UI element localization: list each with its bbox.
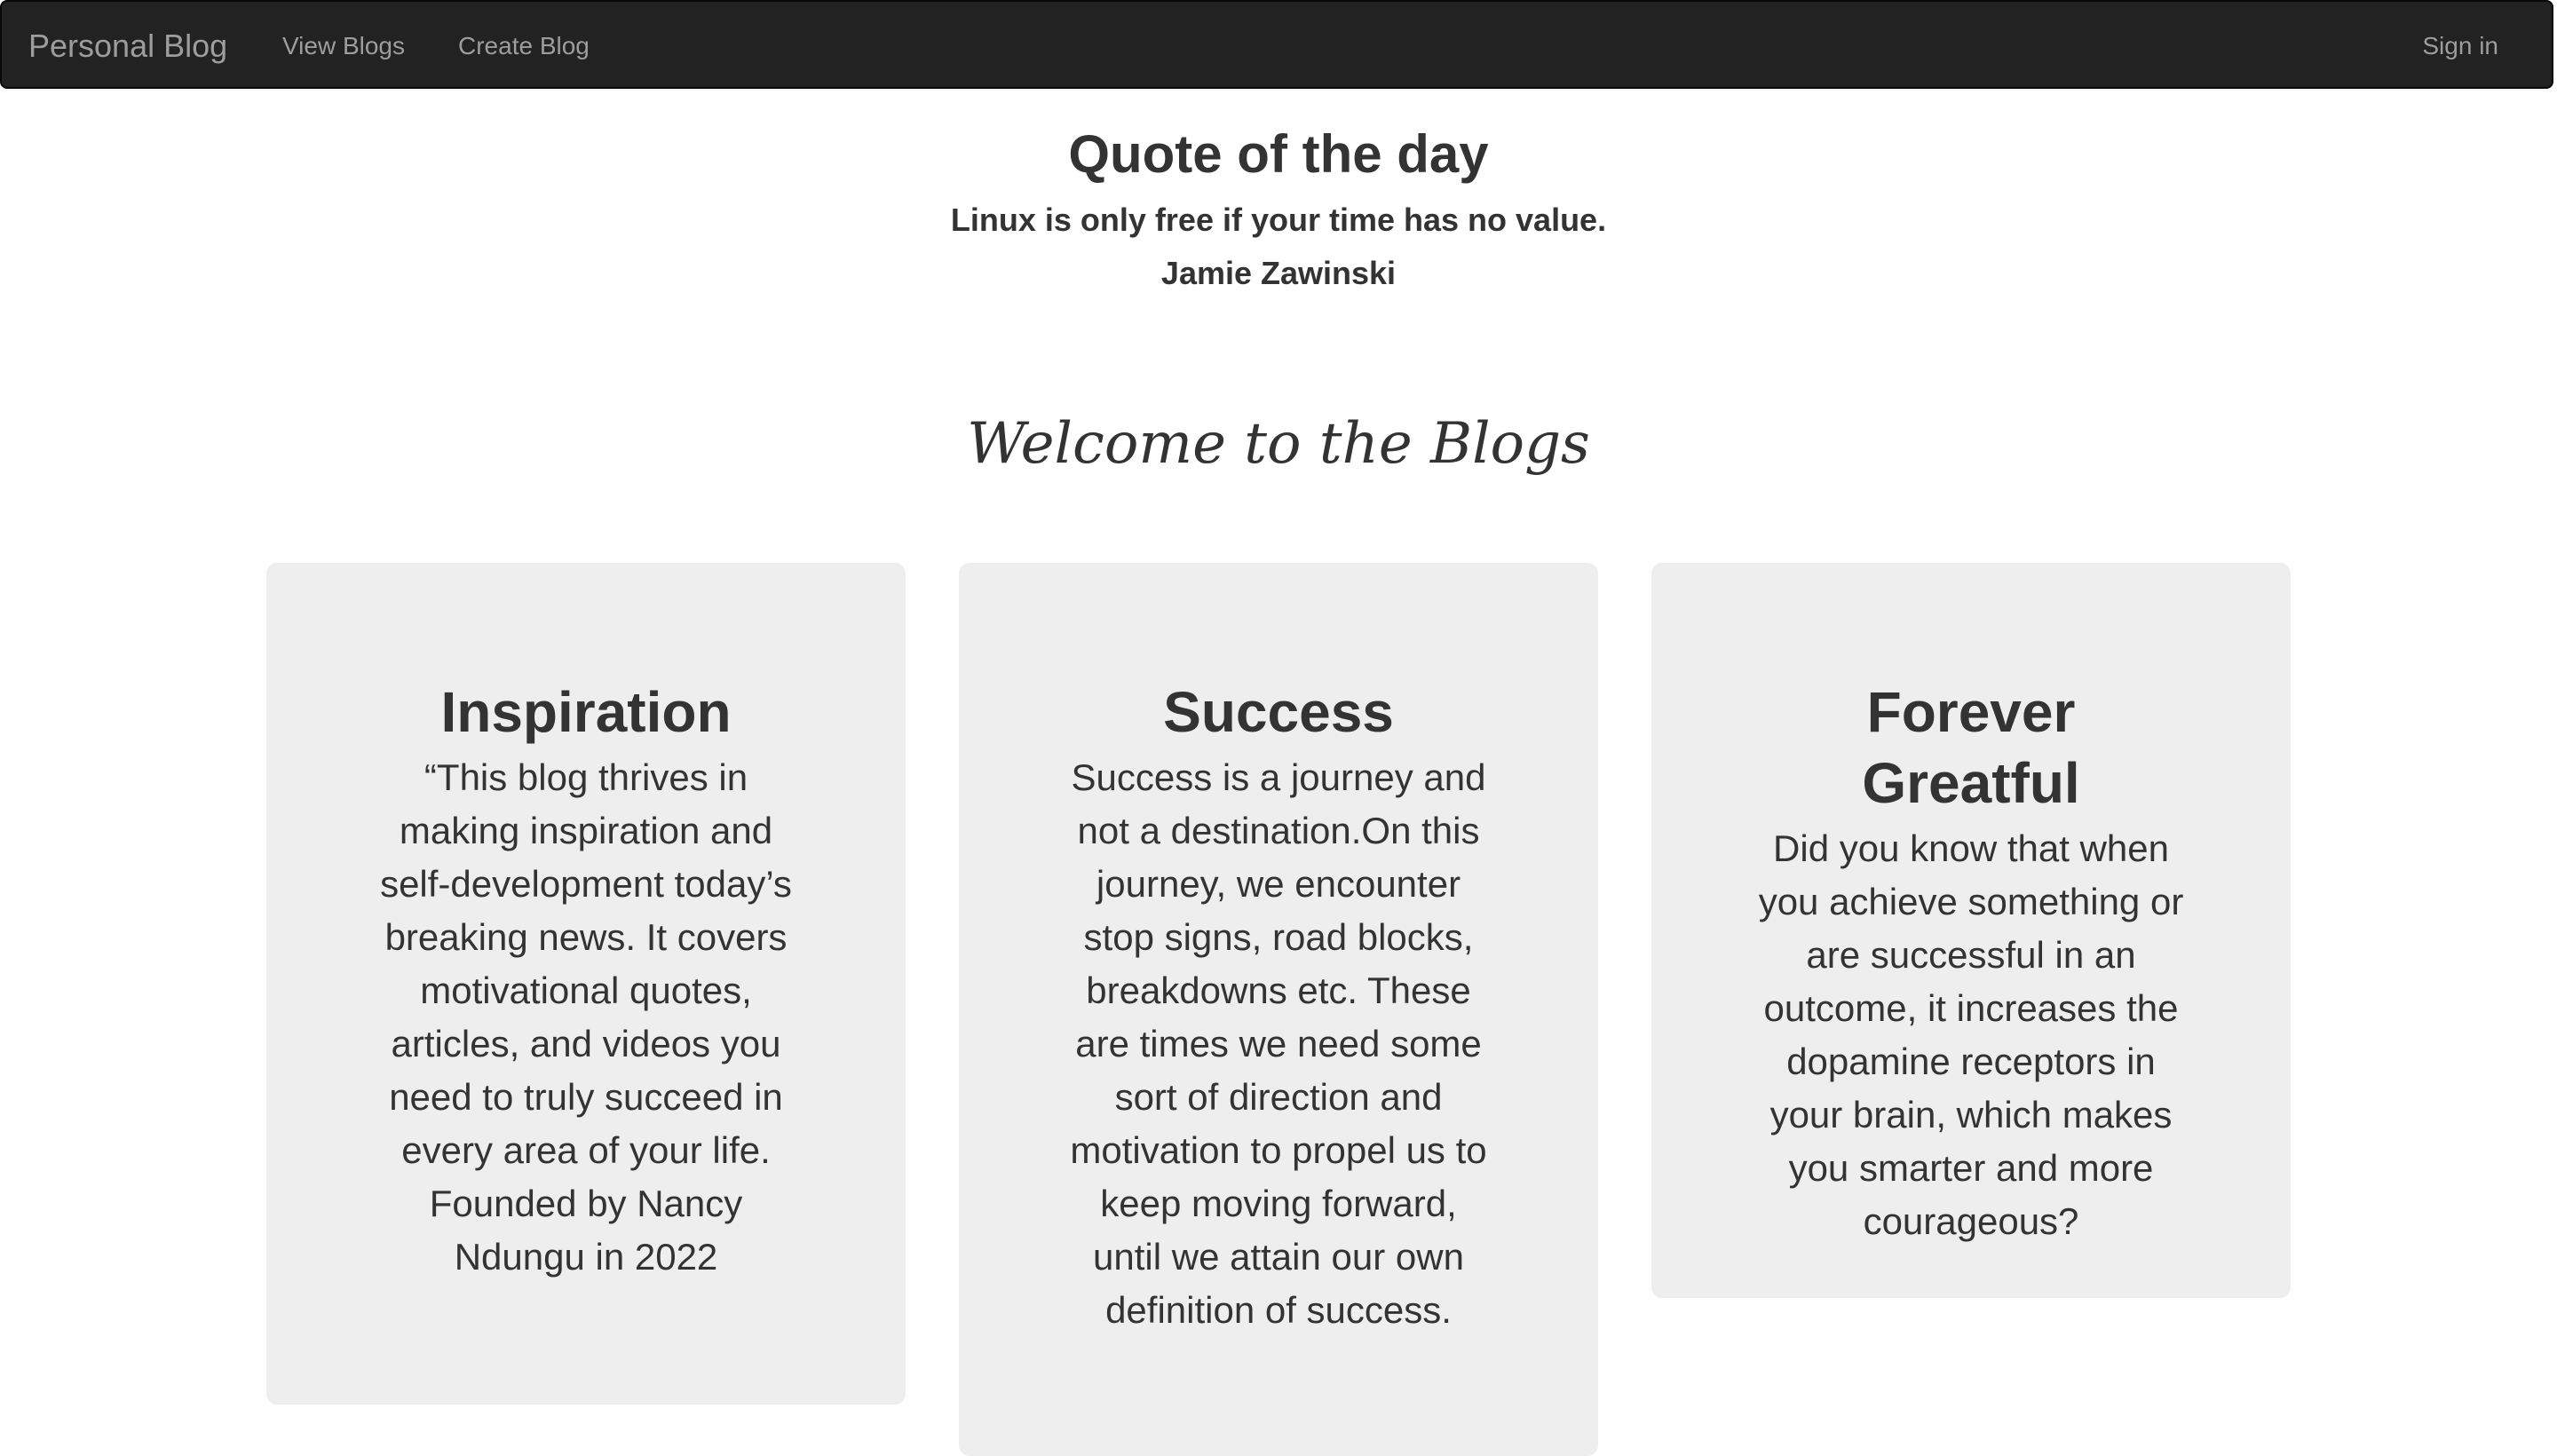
top-navbar: Personal Blog View Blogs Create Blog Sig… — [0, 0, 2553, 89]
blog-card-success: Success Success is a journey and not a d… — [959, 563, 1598, 1456]
card-body: Success is a journey and not a destinati… — [1070, 756, 1487, 1331]
quote-text: Linux is only free if your time has no v… — [950, 202, 1607, 238]
quote-of-the-day-section: Quote of the day Linux is only free if y… — [0, 115, 2557, 300]
sign-in-link[interactable]: Sign in — [2422, 2, 2498, 91]
card-title: Inspiration — [440, 680, 732, 744]
blog-card-forever-greatful: Forever Greatful Did you know that when … — [1651, 563, 2291, 1298]
nav-create-blog-link[interactable]: Create Blog — [458, 2, 590, 91]
blog-card-inspiration: Inspiration “This blog thrives in making… — [266, 563, 906, 1405]
welcome-heading: Welcome to the Blogs — [967, 411, 1590, 477]
quote-author: Jamie Zawinski — [1160, 255, 1397, 291]
card-title: Forever Greatful — [1862, 680, 2080, 815]
brand-link[interactable]: Personal Blog — [28, 2, 227, 91]
nav-view-blogs-link[interactable]: View Blogs — [282, 2, 405, 91]
card-body: “This blog thrives in making inspiration… — [380, 756, 792, 1278]
card-body: Did you know that when you achieve somet… — [1758, 827, 2184, 1242]
card-title: Success — [1163, 680, 1394, 744]
quote-heading: Quote of the day — [1068, 124, 1489, 184]
